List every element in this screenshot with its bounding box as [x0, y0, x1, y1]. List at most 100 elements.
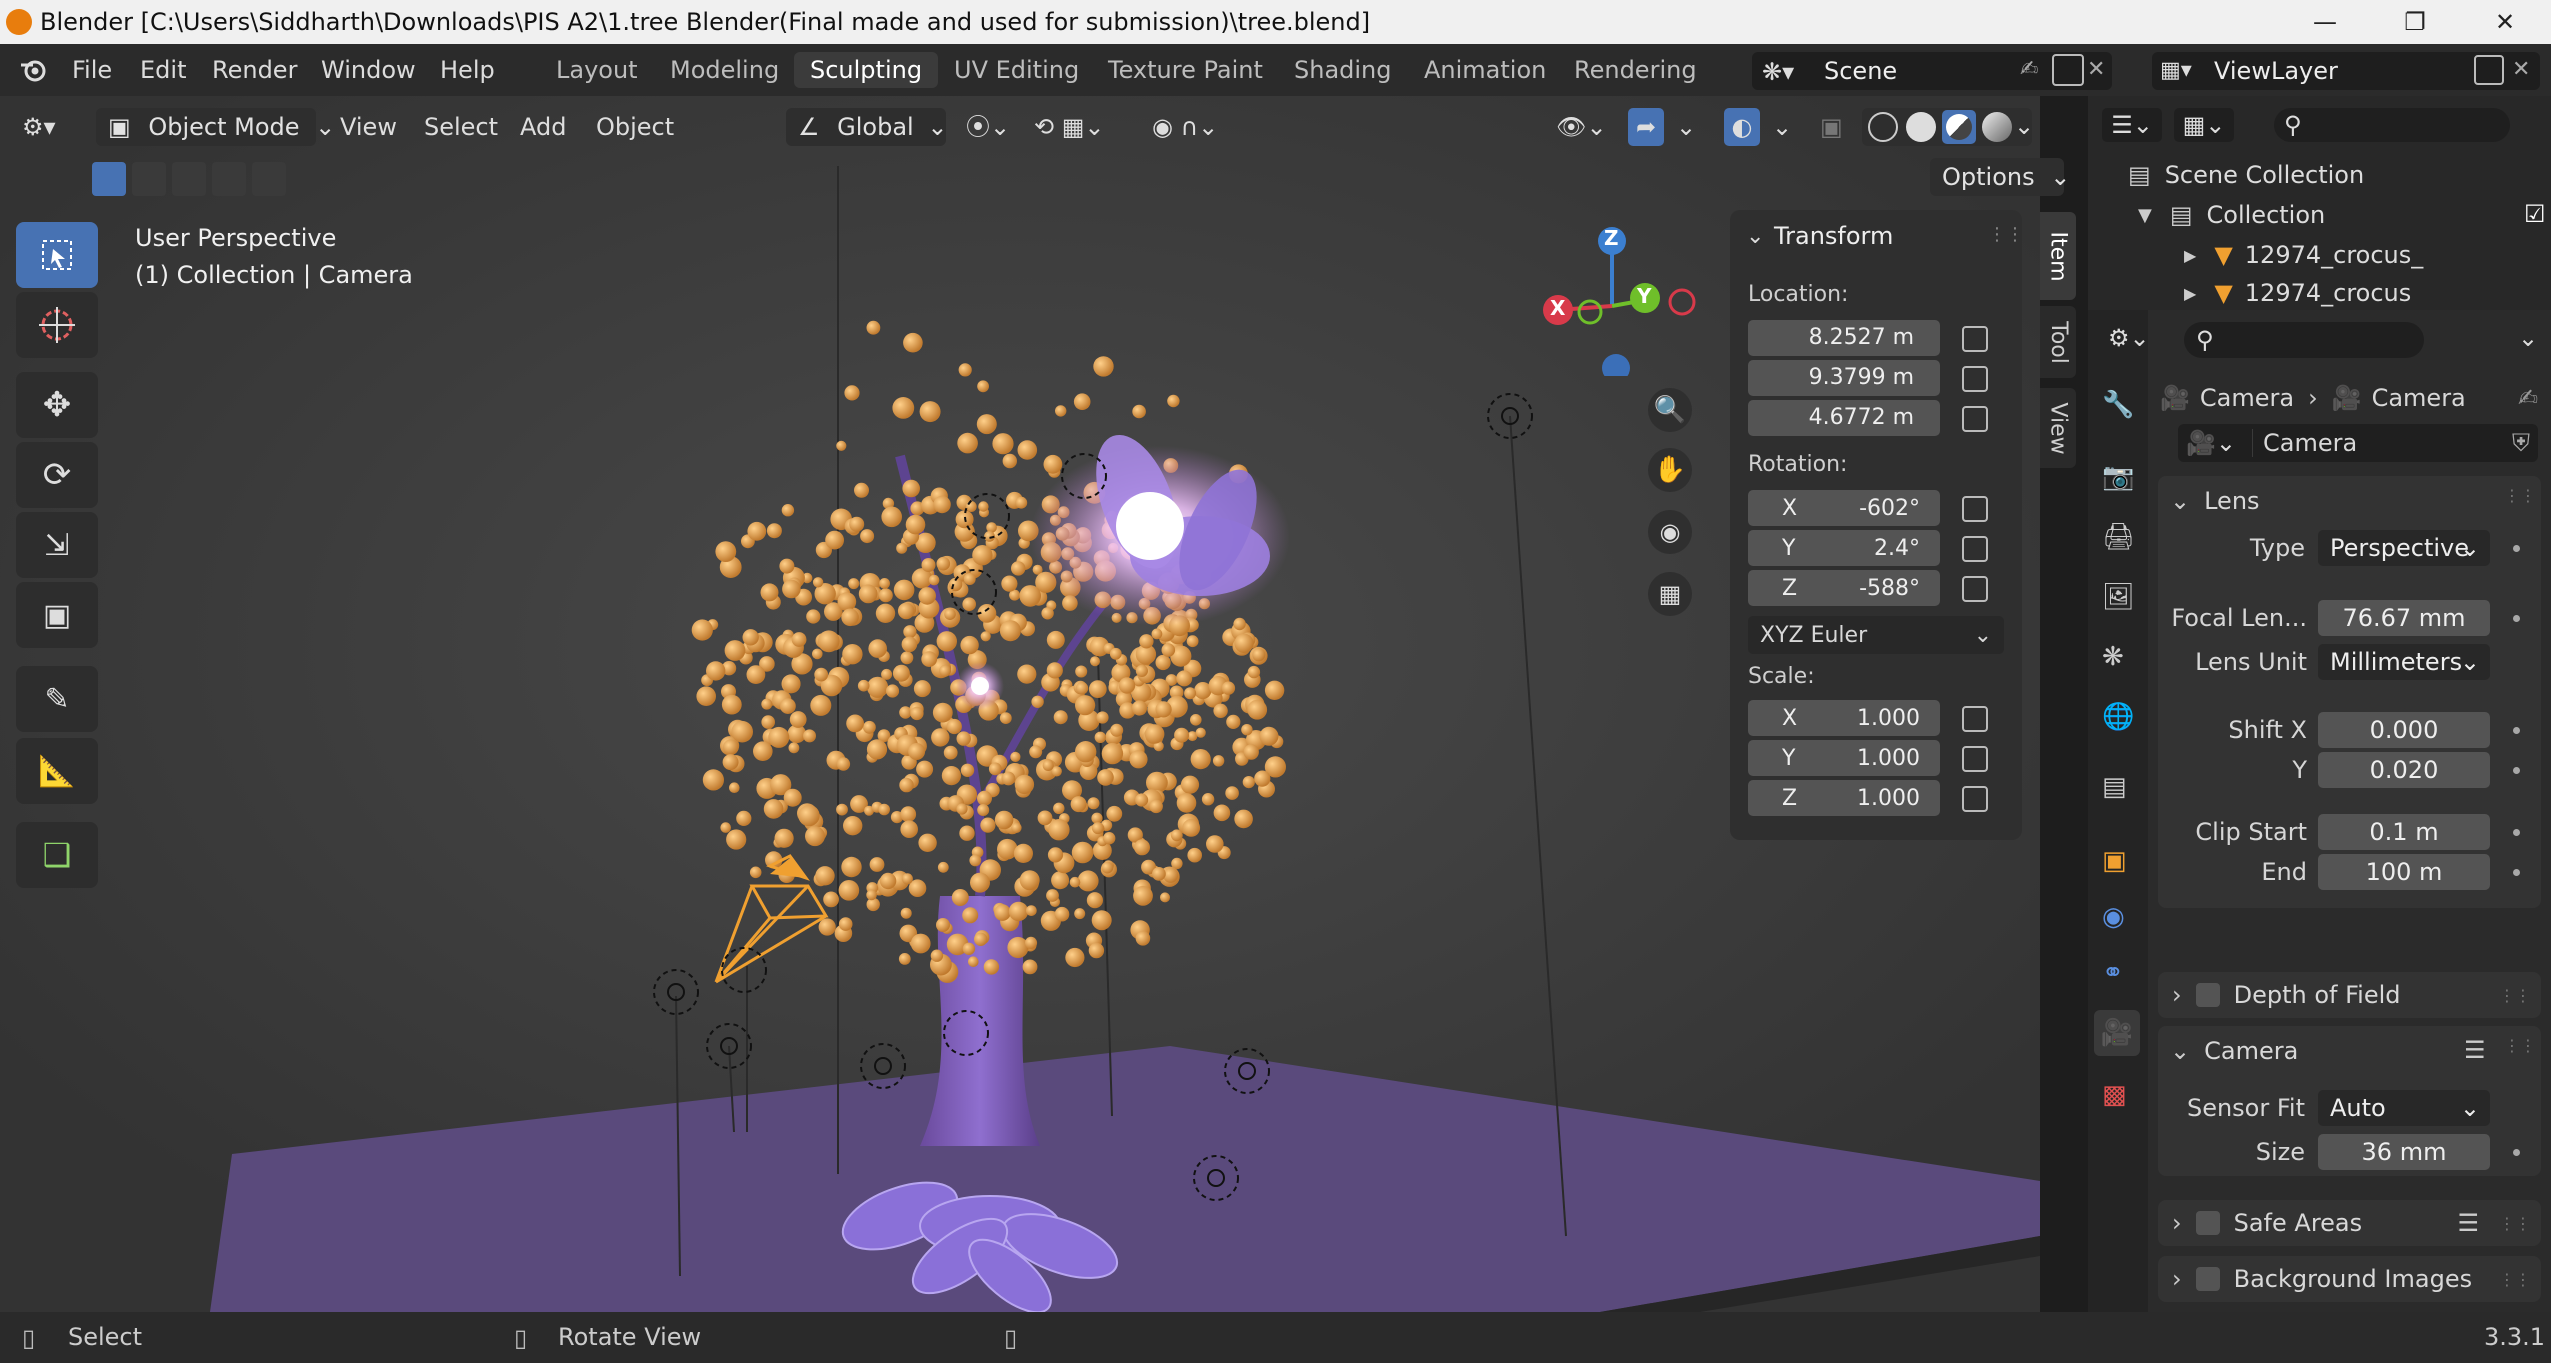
lock-icon[interactable]: [1962, 366, 1988, 392]
tab-uv-editing[interactable]: UV Editing: [938, 52, 1095, 88]
lock-icon[interactable]: [1962, 326, 1988, 352]
depth-of-field-panel[interactable]: › Depth of Field ⋮⋮: [2158, 972, 2541, 1018]
collection-row[interactable]: ▼ ▤ Collection ☑ 👁: [2138, 198, 2546, 232]
new-scene-icon[interactable]: [2052, 54, 2084, 86]
menu-view[interactable]: View: [340, 108, 397, 146]
drag-handle-icon[interactable]: ⋮⋮: [2499, 1214, 2531, 1233]
clip-start-field[interactable]: 0.1 m: [2318, 814, 2490, 850]
dof-checkbox[interactable]: [2195, 983, 2220, 1007]
menu-edit[interactable]: Edit: [140, 56, 186, 84]
camera-panel-header[interactable]: ⌄ Camera: [2170, 1034, 2298, 1068]
pivot-point-icon[interactable]: ⦿⌄: [966, 108, 1010, 146]
gizmo-toggle-icon[interactable]: ➦: [1628, 108, 1664, 146]
keyframe-dot-icon[interactable]: [2513, 727, 2520, 734]
add-cube-tool-icon[interactable]: ❑: [16, 822, 98, 888]
scene-selector[interactable]: ❋▾ Scene ✍ ✕: [1752, 52, 2112, 90]
camera-datablock-selector[interactable]: 🎥⌄ Camera ⛨: [2178, 424, 2538, 462]
zoom-icon[interactable]: 🔍: [1648, 388, 1692, 432]
tab-modeling[interactable]: Modeling: [654, 52, 795, 88]
output-properties-icon[interactable]: 🖨: [2102, 522, 2135, 552]
lock-icon[interactable]: [1962, 406, 1988, 432]
delete-scene-icon[interactable]: ✕: [2087, 57, 2105, 82]
select-subtract-icon[interactable]: [172, 162, 206, 196]
tab-animation[interactable]: Animation: [1408, 52, 1562, 88]
shift-x-field[interactable]: 0.000: [2318, 712, 2490, 748]
camera-view-icon[interactable]: ◉: [1648, 510, 1692, 554]
keyframe-dot-icon[interactable]: [2513, 1149, 2520, 1156]
select-invert-icon[interactable]: [212, 162, 246, 196]
expand-arrow-icon[interactable]: ▶: [2184, 246, 2196, 265]
editor-type-icon[interactable]: ⚙▾: [22, 108, 56, 146]
focal-length-field[interactable]: 76.67 mm: [2318, 600, 2490, 636]
world-properties-icon[interactable]: 🌐: [2102, 702, 2134, 732]
safe-areas-panel[interactable]: › Safe Areas ☰ ⋮⋮: [2158, 1200, 2541, 1246]
lock-icon[interactable]: [1962, 706, 1988, 732]
options-dropdown[interactable]: Options ⌄: [1930, 158, 2070, 196]
cursor-tool-icon[interactable]: [16, 292, 98, 358]
menu-add[interactable]: Add: [520, 108, 566, 146]
render-properties-icon[interactable]: 📷: [2102, 462, 2134, 492]
menu-select[interactable]: Select: [424, 108, 498, 146]
keyframe-dot-icon[interactable]: [2513, 545, 2520, 552]
tab-sculpting[interactable]: Sculpting: [794, 52, 939, 88]
rotation-z-field[interactable]: Z -588°: [1748, 570, 1940, 606]
xray-icon[interactable]: ▣: [1820, 108, 1843, 146]
safe-areas-checkbox[interactable]: [2195, 1211, 2220, 1235]
lock-icon[interactable]: [1962, 496, 1988, 522]
pan-hand-icon[interactable]: ✋: [1648, 448, 1692, 492]
delete-viewlayer-icon[interactable]: ✕: [2512, 57, 2530, 82]
sidebar-tab-view[interactable]: View: [2040, 388, 2076, 468]
material-preview-icon[interactable]: [1942, 110, 1976, 144]
expand-arrow-icon[interactable]: ▶: [2184, 284, 2196, 303]
background-images-panel[interactable]: › Background Images ⋮⋮: [2158, 1256, 2541, 1302]
sensor-size-field[interactable]: 36 mm: [2318, 1134, 2490, 1170]
measure-tool-icon[interactable]: 📐: [16, 738, 98, 804]
shift-y-field[interactable]: 0.020: [2318, 752, 2490, 788]
expand-arrow-icon[interactable]: ▼: [2138, 205, 2152, 226]
lock-icon[interactable]: [1962, 786, 1988, 812]
scale-y-field[interactable]: Y 1.000: [1748, 740, 1940, 776]
drag-handle-icon[interactable]: ⋮⋮: [1988, 224, 2024, 245]
pin-icon[interactable]: ✍: [2020, 57, 2038, 82]
exclude-checkbox-icon[interactable]: ☑: [2524, 200, 2546, 228]
outliner-display-mode-icon[interactable]: ☰⌄: [2102, 108, 2162, 142]
sensor-fit-dropdown[interactable]: Auto ⌄: [2318, 1090, 2490, 1126]
lens-type-dropdown[interactable]: Perspective ⌄: [2318, 530, 2490, 566]
menu-file[interactable]: File: [72, 56, 112, 84]
lock-icon[interactable]: [1962, 746, 1988, 772]
keyframe-dot-icon[interactable]: [2513, 829, 2520, 836]
annotate-tool-icon[interactable]: ✎: [16, 666, 98, 732]
keyframe-dot-icon[interactable]: [2513, 869, 2520, 876]
drag-handle-icon[interactable]: ⋮⋮: [2499, 986, 2531, 1005]
select-intersect-icon[interactable]: [252, 162, 286, 196]
outliner-item-row[interactable]: ▶ ▼ 12974_crocus_ 👁: [2184, 238, 2544, 272]
keyframe-dot-icon[interactable]: [2513, 767, 2520, 774]
drag-handle-icon[interactable]: ⋮⋮: [2504, 1036, 2536, 1055]
location-y-field[interactable]: 9.3799 m: [1748, 360, 1940, 396]
texture-properties-icon[interactable]: ▩: [2102, 1080, 2127, 1110]
tool-settings-icon[interactable]: 🔧: [2102, 390, 2134, 420]
visibility-icon[interactable]: 👁⌄: [1556, 108, 1607, 146]
transform-orientation-dropdown[interactable]: ∠ Global ⌄: [786, 108, 947, 146]
proportional-edit-icon[interactable]: ◉ ∩⌄: [1152, 108, 1218, 146]
presets-list-icon[interactable]: ☰: [2464, 1036, 2486, 1064]
location-z-field[interactable]: 4.6772 m: [1748, 400, 1940, 436]
collection-properties-icon[interactable]: ▤: [2102, 772, 2127, 802]
pin-icon[interactable]: ✍: [2518, 384, 2538, 412]
background-images-checkbox[interactable]: [2195, 1267, 2220, 1291]
drag-handle-icon[interactable]: ⋮⋮: [2504, 486, 2536, 505]
shading-dropdown-icon[interactable]: ⌄: [2014, 112, 2034, 140]
rotation-mode-dropdown[interactable]: XYZ Euler ⌄: [1748, 616, 2004, 654]
select-extend-icon[interactable]: [132, 162, 166, 196]
keyframe-dot-icon[interactable]: [2513, 615, 2520, 622]
viewlayer-selector[interactable]: ▦▾ ViewLayer ✕: [2152, 52, 2540, 90]
overlay-toggle-icon[interactable]: ◐: [1724, 108, 1760, 146]
lock-icon[interactable]: [1962, 536, 1988, 562]
select-new-icon[interactable]: [92, 162, 126, 196]
properties-search-input[interactable]: ⚲: [2184, 322, 2424, 358]
view-layer-icon[interactable]: 🖼: [2102, 582, 2135, 612]
drag-handle-icon[interactable]: ⋮⋮: [2499, 1270, 2531, 1289]
menu-object[interactable]: Object: [596, 108, 674, 146]
move-tool-icon[interactable]: ✥: [16, 372, 98, 438]
properties-options-icon[interactable]: ⌄: [2518, 324, 2538, 352]
